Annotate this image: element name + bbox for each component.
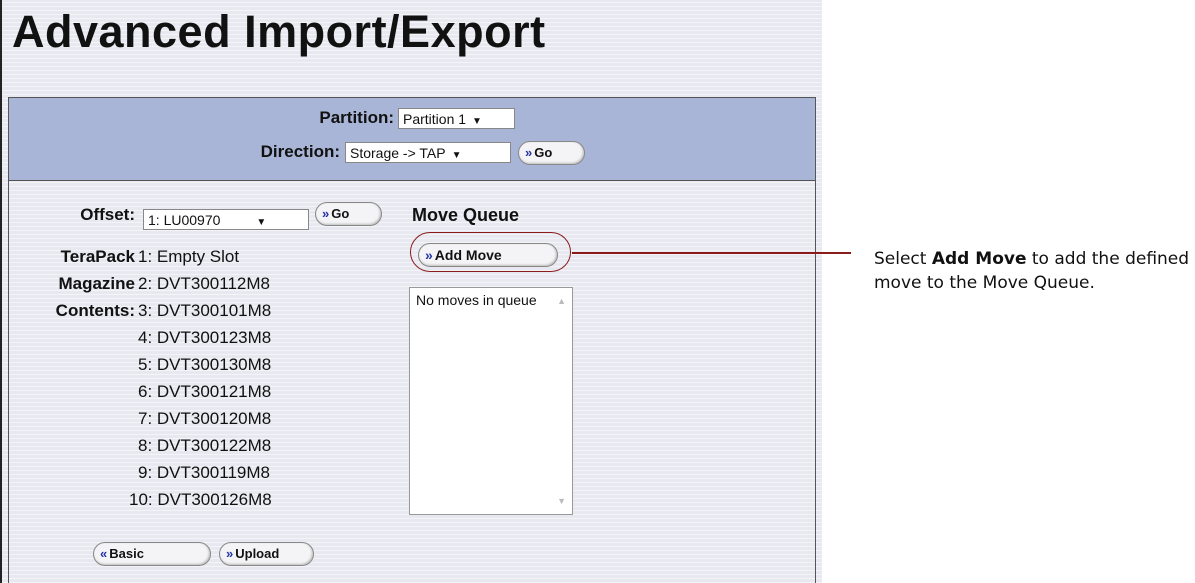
slot-item: 3: DVT300101M8: [138, 301, 272, 320]
double-chevron-right-icon: »: [322, 206, 330, 221]
move-queue-list[interactable]: No moves in queue ▲ ▼: [409, 287, 573, 515]
double-chevron-right-icon: »: [226, 546, 234, 561]
slot-item: 8: DVT300122M8: [138, 436, 272, 455]
callout-text: Select Add Move to add the defined move …: [874, 248, 1194, 296]
slot-item: 7: DVT300120M8: [138, 409, 272, 428]
basic-label: Basic: [109, 546, 144, 561]
direction-select[interactable]: Storage -> TAP ▼: [345, 142, 511, 163]
double-chevron-right-icon: »: [525, 145, 533, 160]
direction-go-button[interactable]: » Go: [518, 141, 585, 165]
direction-select-value: Storage -> TAP: [350, 145, 446, 161]
callout-line: [572, 252, 851, 254]
slot-item: 6: DVT300121M8: [138, 382, 272, 401]
slot-item: 9: DVT300119M8: [138, 463, 270, 482]
upload-label: Upload: [235, 546, 280, 561]
move-queue-heading: Move Queue: [412, 205, 520, 225]
slot-item: 5: DVT300130M8: [138, 355, 272, 374]
offset-label: Offset:: [80, 205, 135, 224]
double-chevron-left-icon: «: [100, 546, 108, 561]
offset-go-button[interactable]: » Go: [315, 202, 382, 226]
partition-label: Partition:: [319, 108, 394, 127]
direction-label: Direction:: [260, 142, 340, 161]
caret-down-icon: ▼: [472, 116, 482, 127]
callout-bold: Add Move: [931, 249, 1027, 269]
offset-go-label: Go: [331, 206, 350, 221]
upload-button[interactable]: » Upload: [219, 542, 314, 566]
slot-item: 10: DVT300126M8: [129, 490, 272, 509]
screenshot-panel: Advanced Import/Export Partition: Partit…: [0, 0, 851, 583]
partition-select-value: Partition 1: [403, 111, 467, 127]
partition-select[interactable]: Partition 1 ▼: [398, 108, 515, 129]
offset-select-value: 1: LU00970: [148, 212, 221, 228]
slot-item: 1: Empty Slot: [138, 247, 240, 266]
direction-go-label: Go: [534, 145, 553, 160]
caret-down-icon: ▼: [451, 150, 462, 161]
basic-button[interactable]: «Basic: [93, 542, 211, 566]
contents-label-line-1: TeraPack: [60, 247, 135, 266]
filter-panel: Partition: Partition 1 ▼ Direction: Stora…: [8, 97, 816, 181]
contents-label-line-2: Magazine: [58, 274, 135, 293]
scroll-down-icon[interactable]: ▼: [557, 496, 566, 506]
offset-select[interactable]: 1: LU00970 ▼: [143, 209, 309, 230]
scroll-up-icon[interactable]: ▲: [557, 296, 566, 306]
move-queue-empty-text: No moves in queue: [416, 292, 537, 308]
contents-label-line-3: Contents:: [55, 301, 135, 320]
slot-item: 4: DVT300123M8: [138, 328, 272, 347]
slot-item: 2: DVT300112M8: [138, 274, 270, 293]
add-move-highlight: [410, 232, 571, 272]
import-export-panel: Offset: 1: LU00970 ▼ » Go TeraPack Magazin…: [8, 181, 851, 583]
callout-prefix: Select: [874, 249, 932, 269]
page-title: Advanced Import/Export: [12, 6, 546, 57]
caret-down-icon: ▼: [256, 217, 267, 228]
